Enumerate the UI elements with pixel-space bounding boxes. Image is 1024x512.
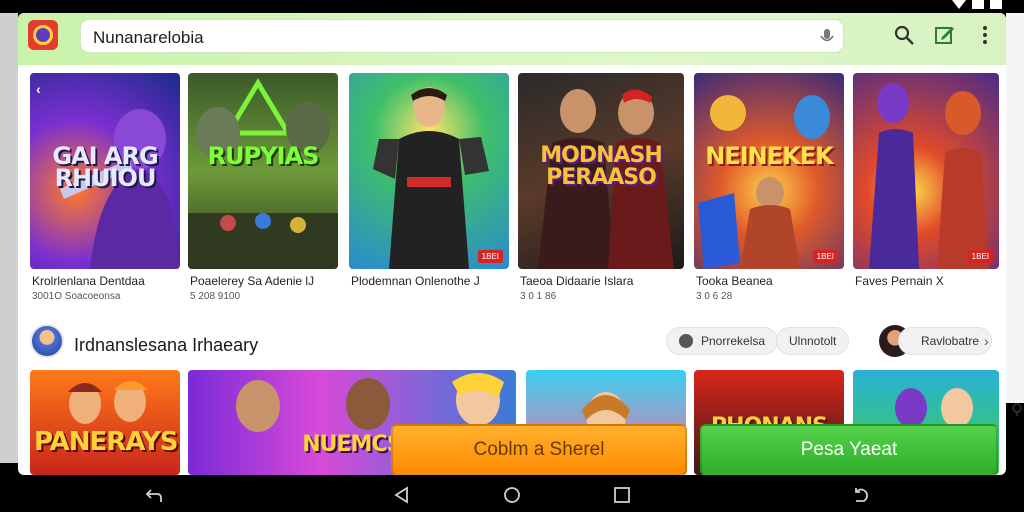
card-subtitle: 3 0 6 28 — [696, 291, 733, 302]
featured-card[interactable]: RUPYIAS Poaelerey Sa Adenie lJ 5 208 910… — [188, 73, 338, 302]
right-edge — [1006, 13, 1024, 403]
card-subtitle: 3001O Soacoeonsa — [32, 291, 121, 302]
card-subtitle: 5 208 9100 — [190, 291, 241, 302]
status-icons — [952, 0, 1002, 9]
card-thumbnail: MODNASH PERAASO — [518, 73, 684, 269]
featured-card[interactable]: MODNASH PERAASO Taeoa Didaarie Islara 3 … — [518, 73, 684, 302]
card-title: Taeoa Didaarie Islara — [520, 274, 634, 288]
recents-icon[interactable] — [613, 486, 631, 504]
rotate-icon[interactable] — [852, 486, 870, 504]
system-nav-bar — [0, 476, 1024, 512]
home-icon[interactable] — [503, 486, 521, 504]
card-title: Krolrlenlana Dentdaa — [32, 274, 145, 288]
card-thumbnail: RUPYIAS — [188, 73, 338, 269]
price-badge: 1BEI — [812, 250, 838, 263]
primary-action-button[interactable]: Coblm a Sherel — [391, 424, 687, 475]
wifi-icon — [952, 0, 966, 9]
section-avatar[interactable] — [30, 324, 64, 358]
card-thumbnail: 1BEI — [853, 73, 999, 269]
back-gesture-icon[interactable] — [145, 486, 163, 504]
card-logo: MODNASH PERAASO — [540, 143, 663, 190]
price-badge: 1BEI — [967, 250, 993, 263]
card-thumbnail: ‹ GAI ARG RHUIOU — [30, 73, 180, 269]
app-logo-icon[interactable] — [28, 20, 58, 50]
status-bar — [0, 0, 1024, 13]
back-arrow-icon[interactable]: ‹ — [36, 81, 41, 97]
chat-icon — [679, 334, 693, 348]
card-logo: RUPYIAS — [207, 142, 320, 170]
hero-art — [698, 95, 830, 269]
filter-chip[interactable]: Ravlobatre — [898, 327, 993, 355]
game-logo: PANERAYS — [34, 427, 179, 457]
hero-art — [373, 87, 489, 269]
price-badge: 1BEI — [477, 250, 503, 263]
featured-card[interactable]: 1BEI Faves Pernain X — [853, 73, 999, 288]
card-thumbnail: NEINEKEK 1BEI — [694, 73, 844, 269]
edit-icon[interactable] — [933, 23, 957, 47]
search-icon[interactable] — [892, 23, 916, 47]
secondary-action-button[interactable]: Pesa Yaeat — [700, 424, 998, 475]
app-window: Nunanarelobia ‹ GAI ARG RHUIOU Krolrlenl… — [18, 13, 1006, 475]
card-logo: GAI ARG RHUIOU — [52, 142, 158, 192]
chevron-right-icon[interactable]: › — [984, 333, 989, 349]
card-thumbnail: 1BEI — [349, 73, 509, 269]
card-title: Poaelerey Sa Adenie lJ — [190, 274, 315, 288]
search-input[interactable]: Nunanarelobia — [80, 19, 844, 53]
card-title: Tooka Beanea — [696, 274, 773, 288]
featured-card[interactable]: ‹ GAI ARG RHUIOU Krolrlenlana Dentdaa 30… — [30, 73, 180, 302]
card-subtitle: 3 0 1 86 — [520, 291, 557, 302]
featured-card[interactable]: NEINEKEK 1BEI Tooka Beanea 3 0 6 28 — [694, 73, 844, 302]
game-thumbnail[interactable]: PANERAYS — [30, 370, 180, 475]
app-bar: Nunanarelobia — [18, 13, 1006, 65]
card-title: Plodemnan Onlenothe J — [351, 274, 480, 288]
card-title: Faves Pernain X — [855, 274, 944, 288]
chip-label: Ravlobatre — [921, 334, 980, 348]
hero-art — [188, 78, 338, 269]
chip-label: Ulnnotolt — [789, 334, 837, 348]
mic-icon[interactable] — [820, 29, 834, 45]
featured-row: ‹ GAI ARG RHUIOU Krolrlenlana Dentdaa 30… — [18, 73, 1006, 313]
filter-chip[interactable]: Ulnnotolt — [776, 327, 850, 355]
signal-icon — [972, 0, 984, 9]
back-icon[interactable] — [393, 486, 411, 504]
chip-label: Pnorrekelsa — [701, 334, 766, 348]
hero-art — [869, 83, 989, 269]
battery-icon — [990, 0, 1002, 9]
zoom-icon[interactable] — [1010, 402, 1024, 416]
search-value: Nunanarelobia — [93, 28, 204, 47]
featured-card[interactable]: 1BEI Plodemnan Onlenothe J — [349, 73, 509, 288]
card-logo: NEINEKEK — [705, 142, 833, 170]
filter-chip[interactable]: Pnorrekelsa — [666, 327, 779, 355]
section-title: Irdnanslesana Irhaeary — [74, 335, 259, 355]
left-edge — [0, 13, 18, 463]
more-options-icon[interactable] — [973, 23, 997, 47]
